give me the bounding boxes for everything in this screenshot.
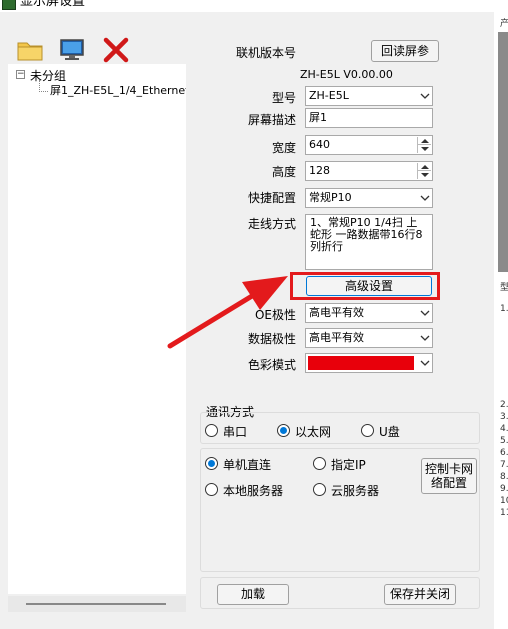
chevron-down-icon bbox=[420, 335, 430, 341]
width-spin-buttons[interactable] bbox=[417, 137, 431, 153]
save-and-close-button[interactable]: 保存并关闭 bbox=[384, 584, 456, 605]
width-value: 640 bbox=[309, 138, 330, 151]
readback-params-button[interactable]: 回读屏参 bbox=[371, 40, 439, 62]
direct-connect-radio[interactable] bbox=[205, 457, 218, 470]
right-panel-list-item: 10 bbox=[500, 496, 508, 506]
screen-desc-input[interactable]: 屏1 bbox=[305, 108, 433, 128]
height-label: 高度 bbox=[271, 165, 296, 179]
height-spinner[interactable]: 128 bbox=[305, 161, 433, 181]
serial-label[interactable]: 串口 bbox=[223, 423, 247, 440]
right-panel-list-item: 11 bbox=[500, 508, 508, 518]
right-panel-list-item: 3. bbox=[500, 412, 508, 422]
quick-config-select[interactable]: 常规P10 bbox=[305, 188, 433, 208]
tree-connector bbox=[39, 91, 48, 92]
tree-horizontal-scrollbar[interactable] bbox=[8, 596, 186, 612]
data-polarity-value: 高电平有效 bbox=[309, 331, 364, 344]
delete-icon[interactable] bbox=[102, 37, 130, 63]
load-button[interactable]: 加载 bbox=[217, 584, 289, 605]
color-mode-label: 色彩模式 bbox=[247, 358, 296, 372]
card-network-config-line2: 络配置 bbox=[430, 476, 467, 490]
right-panel-list-item: 7. bbox=[500, 460, 508, 470]
serial-radio[interactable] bbox=[205, 424, 218, 437]
height-spin-buttons[interactable] bbox=[417, 163, 431, 179]
model-select[interactable]: ZH-E5L bbox=[305, 86, 433, 106]
oe-polarity-select[interactable]: 高电平有效 bbox=[305, 303, 433, 323]
usb-radio[interactable] bbox=[361, 424, 374, 437]
data-polarity-select[interactable]: 高电平有效 bbox=[305, 328, 433, 348]
routing-label: 走线方式 bbox=[247, 217, 296, 231]
quick-config-label: 快捷配置 bbox=[247, 191, 296, 205]
chevron-down-icon bbox=[420, 93, 430, 99]
local-server-radio[interactable] bbox=[205, 483, 218, 496]
card-network-config-button[interactable]: 控制卡网 络配置 bbox=[421, 458, 477, 494]
right-panel-list-item: 9. bbox=[500, 484, 508, 494]
cloud-server-radio[interactable] bbox=[313, 483, 326, 496]
model-value: ZH-E5L bbox=[309, 89, 349, 102]
window-title: 显示屏设置 bbox=[20, 0, 86, 9]
tree-collapse-toggle[interactable]: − bbox=[16, 70, 25, 79]
chevron-down-icon bbox=[420, 195, 430, 201]
right-panel-list-item: 6. bbox=[500, 448, 508, 458]
color-mode-select[interactable] bbox=[305, 353, 433, 373]
width-label: 宽度 bbox=[271, 141, 296, 155]
direct-connect-label[interactable]: 单机直连 bbox=[223, 456, 271, 473]
app-icon bbox=[2, 0, 16, 10]
model-label: 型号 bbox=[271, 91, 296, 105]
local-server-label[interactable]: 本地服务器 bbox=[223, 482, 283, 499]
right-panel-list-item: 8. bbox=[500, 472, 508, 482]
advanced-settings-button[interactable]: 高级设置 bbox=[306, 276, 432, 296]
routing-description: 1、常规P10 1/4扫 上蛇形 一路数据带16行8列折行 bbox=[305, 214, 433, 270]
cloud-server-label[interactable]: 云服务器 bbox=[331, 482, 379, 499]
right-info-panel bbox=[494, 12, 508, 629]
monitor-icon[interactable] bbox=[58, 37, 86, 63]
height-value: 128 bbox=[309, 164, 330, 177]
color-swatch bbox=[308, 356, 414, 370]
oe-polarity-value: 高电平有效 bbox=[309, 306, 364, 319]
title-bar: 显示屏设置 bbox=[0, 0, 508, 12]
specific-ip-label[interactable]: 指定IP bbox=[331, 456, 366, 473]
right-panel-list-item: 5. bbox=[500, 436, 508, 446]
ethernet-radio[interactable] bbox=[277, 424, 290, 437]
version-value: ZH-E5L V0.00.00 bbox=[300, 68, 393, 81]
chevron-down-icon bbox=[420, 360, 430, 366]
chevron-down-icon bbox=[420, 310, 430, 316]
scrollbar-thumb[interactable] bbox=[26, 603, 166, 605]
screen-desc-label: 屏幕描述 bbox=[247, 113, 296, 127]
right-panel-list-item: 2. bbox=[500, 400, 508, 410]
right-panel-list-item: 4. bbox=[500, 424, 508, 434]
quick-config-value: 常规P10 bbox=[309, 191, 352, 204]
right-panel-top-char: 产 bbox=[500, 19, 508, 29]
card-network-config-line1: 控制卡网 bbox=[424, 462, 473, 476]
right-panel-list-item: 1. bbox=[500, 304, 508, 314]
tree-item-screen1[interactable]: 屏1_ZH-E5L_1/4_Ethernet bbox=[50, 82, 186, 98]
folder-icon[interactable] bbox=[16, 37, 44, 63]
right-panel-mid-char: 型 bbox=[500, 283, 508, 293]
ethernet-label[interactable]: 以太网 bbox=[295, 423, 331, 440]
controller-version-label: 联机版本号 bbox=[235, 46, 296, 60]
usb-label[interactable]: U盘 bbox=[379, 423, 400, 440]
width-spinner[interactable]: 640 bbox=[305, 135, 433, 155]
specific-ip-radio[interactable] bbox=[313, 457, 326, 470]
red-arrow-icon bbox=[167, 276, 288, 349]
right-panel-scrollbar[interactable] bbox=[498, 32, 508, 272]
